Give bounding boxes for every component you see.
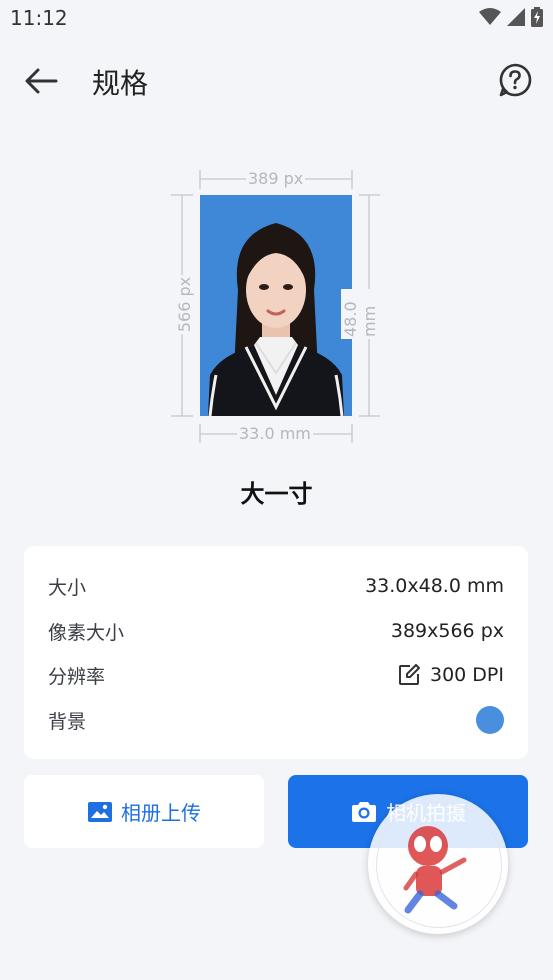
- arrow-back-icon: [25, 68, 58, 94]
- height-px-label: 566 px: [175, 274, 195, 335]
- gallery-icon: [88, 801, 112, 822]
- size-label: 大小: [48, 576, 87, 599]
- id-photo-preview: [200, 195, 352, 416]
- edit-icon[interactable]: [398, 664, 420, 686]
- width-mm-label: 33.0 mm: [237, 424, 313, 443]
- background-label: 背景: [48, 710, 87, 733]
- album-upload-button[interactable]: 相册上传: [24, 775, 264, 848]
- spec-info-card: 大小 33.0x48.0 mm 像素大小 389x566 px 分辨率 300 …: [24, 546, 528, 759]
- info-row-pixels: 像素大小 389x566 px: [48, 616, 504, 646]
- signal-icon: [507, 8, 525, 26]
- size-value: 33.0x48.0 mm: [365, 575, 504, 597]
- battery-icon: [531, 7, 543, 27]
- mascot-icon: [403, 826, 467, 914]
- person-portrait: [208, 223, 344, 416]
- width-px-label: 389 px: [246, 169, 306, 188]
- height-mm-label: 48.0 mm: [341, 289, 379, 339]
- dpi-value-group[interactable]: 300 DPI: [398, 664, 504, 686]
- info-row-dpi[interactable]: 分辨率 300 DPI: [48, 660, 504, 690]
- status-time: 11:12: [10, 6, 68, 30]
- back-button[interactable]: [20, 60, 62, 102]
- page-title: 规格: [92, 67, 149, 100]
- dpi-label: 分辨率: [48, 665, 106, 688]
- wifi-icon: [479, 8, 501, 25]
- background-color-swatch[interactable]: [476, 706, 504, 734]
- status-icons: [479, 7, 543, 27]
- help-button[interactable]: [495, 60, 535, 100]
- pixels-label: 像素大小: [48, 621, 125, 644]
- help-icon: [499, 63, 532, 97]
- app-bar: 规格: [0, 52, 553, 108]
- floating-assistant-button[interactable]: [368, 794, 508, 934]
- dpi-value: 300 DPI: [430, 664, 504, 686]
- pixels-value: 389x566 px: [390, 620, 504, 642]
- spec-name: 大一寸: [240, 480, 313, 508]
- size-diagram: 389 px 33.0 mm 566 px 48.0 mm: [170, 165, 385, 450]
- info-row-background[interactable]: 背景: [48, 705, 504, 735]
- status-bar: 11:12: [0, 0, 553, 36]
- info-row-size: 大小 33.0x48.0 mm: [48, 571, 504, 601]
- album-upload-label: 相册上传: [121, 801, 201, 825]
